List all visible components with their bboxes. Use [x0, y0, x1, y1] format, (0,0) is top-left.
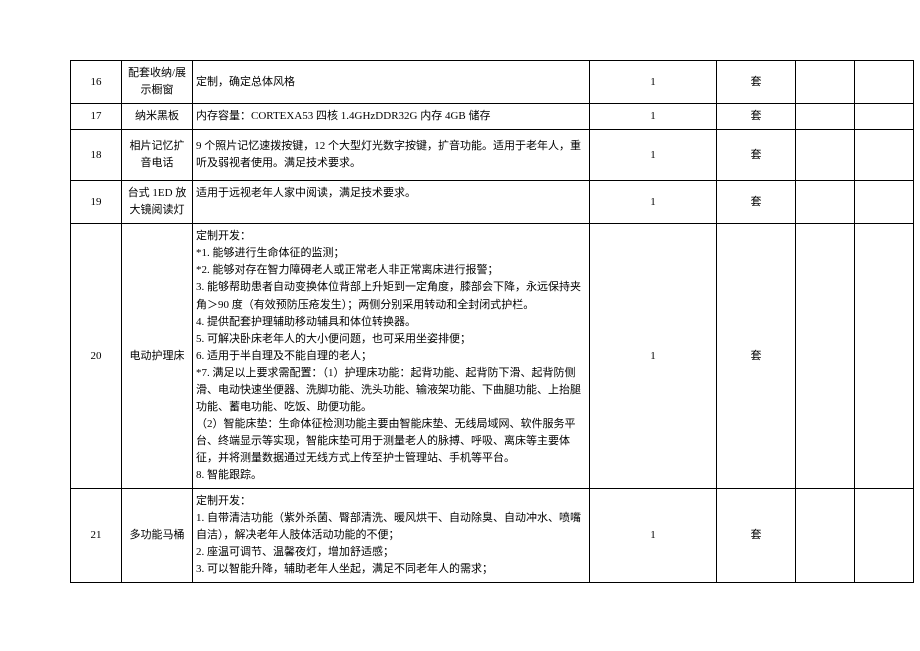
desc-line: 2. 座温可调节、温馨夜灯，增加舒适感；	[196, 544, 586, 561]
table-row: 20 电动护理床 定制开发： *1. 能够进行生命体征的监测； *2. 能够对存…	[71, 224, 914, 489]
cell-name: 电动护理床	[122, 224, 193, 489]
cell-empty	[855, 489, 914, 583]
desc-line: 3. 能够帮助患者自动变换体位背部上升矩到一定角度，膝部会下降，永远保持夹角＞9…	[196, 279, 586, 313]
cell-unit: 套	[717, 181, 796, 224]
cell-qty: 1	[590, 104, 717, 130]
table-row: 19 台式 1ED 放大镜阅读灯 适用于远视老年人家中阅读，满足技术要求。 1 …	[71, 181, 914, 224]
table-row: 18 相片记忆扩音电话 9 个照片记忆速拨按键，12 个大型灯光数字按键，扩音功…	[71, 130, 914, 181]
cell-empty	[855, 104, 914, 130]
cell-qty: 1	[590, 130, 717, 181]
desc-line: 1. 自带清洁功能（紫外杀菌、臀部清洗、暖风烘干、自动除臭、自动冲水、喷嘴自洁）…	[196, 510, 586, 544]
desc-line: （2）智能床垫：生命体征检测功能主要由智能床垫、无线局域网、软件服务平台、终端显…	[196, 416, 586, 467]
cell-qty: 1	[590, 61, 717, 104]
desc-line: *1. 能够进行生命体征的监测；	[196, 245, 586, 262]
cell-qty: 1	[590, 181, 717, 224]
cell-empty	[796, 130, 855, 181]
cell-desc: 定制开发： 1. 自带清洁功能（紫外杀菌、臀部清洗、暖风烘干、自动除臭、自动冲水…	[193, 489, 590, 583]
cell-name: 相片记忆扩音电话	[122, 130, 193, 181]
cell-unit: 套	[717, 489, 796, 583]
cell-empty	[796, 104, 855, 130]
cell-name: 纳米黑板	[122, 104, 193, 130]
cell-num: 17	[71, 104, 122, 130]
cell-empty	[855, 130, 914, 181]
cell-empty	[796, 61, 855, 104]
cell-unit: 套	[717, 224, 796, 489]
cell-num: 20	[71, 224, 122, 489]
cell-name: 台式 1ED 放大镜阅读灯	[122, 181, 193, 224]
cell-empty	[796, 489, 855, 583]
cell-desc: 内存容量：CORTEXA53 四核 1.4GHzDDR32G 内存 4GB 储存	[193, 104, 590, 130]
table-row: 17 纳米黑板 内存容量：CORTEXA53 四核 1.4GHzDDR32G 内…	[71, 104, 914, 130]
desc-line: 4. 提供配套护理辅助移动辅具和体位转换器。	[196, 314, 586, 331]
desc-line: *7. 满足以上要求需配置：（1）护理床功能：起背功能、起背防下滑、起背防侧滑、…	[196, 365, 586, 416]
table-row: 16 配套收纳/展示橱窗 定制，确定总体风格 1 套	[71, 61, 914, 104]
cell-desc: 适用于远视老年人家中阅读，满足技术要求。	[193, 181, 590, 224]
cell-unit: 套	[717, 130, 796, 181]
cell-desc: 定制开发： *1. 能够进行生命体征的监测； *2. 能够对存在智力障碍老人或正…	[193, 224, 590, 489]
cell-desc: 9 个照片记忆速拨按键，12 个大型灯光数字按键，扩音功能。适用于老年人，重听及…	[193, 130, 590, 181]
cell-unit: 套	[717, 104, 796, 130]
cell-num: 21	[71, 489, 122, 583]
cell-name: 多功能马桶	[122, 489, 193, 583]
cell-empty	[796, 224, 855, 489]
desc-line: 8. 智能跟踪。	[196, 467, 586, 484]
cell-num: 18	[71, 130, 122, 181]
cell-empty	[796, 181, 855, 224]
cell-unit: 套	[717, 61, 796, 104]
cell-desc: 定制，确定总体风格	[193, 61, 590, 104]
cell-empty	[855, 181, 914, 224]
cell-name: 配套收纳/展示橱窗	[122, 61, 193, 104]
spec-table: 16 配套收纳/展示橱窗 定制，确定总体风格 1 套 17 纳米黑板 内存容量：…	[70, 60, 914, 583]
cell-empty	[855, 61, 914, 104]
cell-empty	[855, 224, 914, 489]
desc-line: 5. 可解决卧床老年人的大小便问题，也可采用坐姿排便；	[196, 331, 586, 348]
desc-line: 3. 可以智能升降，辅助老年人坐起，满足不同老年人的需求；	[196, 561, 586, 578]
table-row: 21 多功能马桶 定制开发： 1. 自带清洁功能（紫外杀菌、臀部清洗、暖风烘干、…	[71, 489, 914, 583]
cell-qty: 1	[590, 224, 717, 489]
cell-num: 19	[71, 181, 122, 224]
cell-qty: 1	[590, 489, 717, 583]
cell-num: 16	[71, 61, 122, 104]
desc-line: *2. 能够对存在智力障碍老人或正常老人非正常离床进行报警；	[196, 262, 586, 279]
desc-line: 定制开发：	[196, 493, 586, 510]
desc-line: 6. 适用于半自理及不能自理的老人；	[196, 348, 586, 365]
desc-line: 定制开发：	[196, 228, 586, 245]
